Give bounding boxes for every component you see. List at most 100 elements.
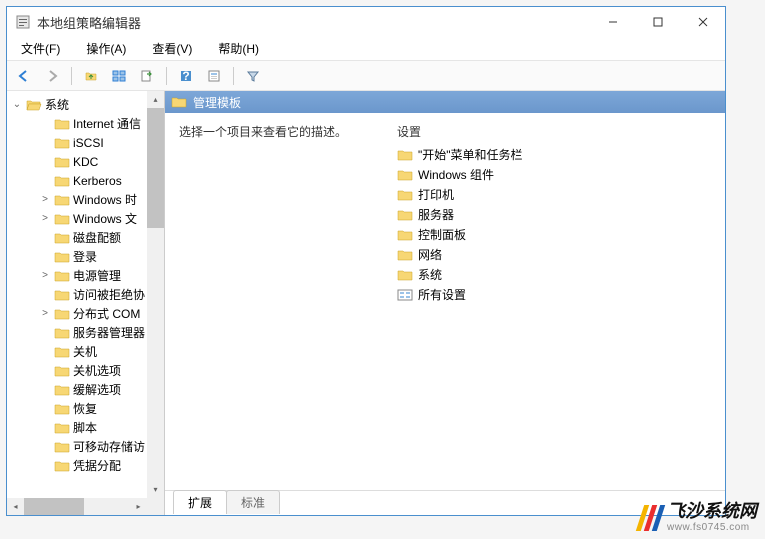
tree-item[interactable]: Kerberos: [7, 171, 164, 190]
tree-item[interactable]: 服务器管理器: [7, 323, 164, 342]
menu-help[interactable]: 帮助(H): [212, 38, 265, 59]
tree-item[interactable]: 脚本: [7, 418, 164, 437]
settings-item[interactable]: 网络: [397, 246, 711, 263]
filter-button[interactable]: [242, 65, 264, 87]
tree-item-label: 关机选项: [73, 362, 121, 379]
tree-scrollbar-vertical[interactable]: ▴ ▾: [147, 91, 164, 498]
scroll-thumb[interactable]: [24, 498, 84, 515]
tree-scrollbar-horizontal[interactable]: ◂ ▸: [7, 498, 147, 515]
folder-icon: [54, 288, 70, 302]
help-button[interactable]: ?: [175, 65, 197, 87]
scroll-track[interactable]: [147, 228, 164, 481]
settings-item-label: 服务器: [418, 206, 454, 223]
tree-root[interactable]: ⌄ 系统: [7, 95, 164, 114]
settings-column-header: 设置: [397, 123, 711, 140]
settings-item[interactable]: 控制面板: [397, 226, 711, 243]
folder-icon: [54, 231, 70, 245]
forward-button[interactable]: [41, 65, 63, 87]
folder-icon: [397, 228, 413, 242]
tree-item-label: 服务器管理器: [73, 324, 145, 341]
tab-extended[interactable]: 扩展: [173, 490, 227, 514]
tab-standard[interactable]: 标准: [226, 490, 280, 514]
tree-item[interactable]: 访问被拒绝协: [7, 285, 164, 304]
back-button[interactable]: [13, 65, 35, 87]
settings-item-label: "开始"菜单和任务栏: [418, 146, 523, 163]
scroll-thumb[interactable]: [147, 108, 164, 228]
tree-item[interactable]: 缓解选项: [7, 380, 164, 399]
folder-icon: [54, 326, 70, 340]
folder-icon: [54, 155, 70, 169]
tree-item[interactable]: 可移动存储访: [7, 437, 164, 456]
tree-item[interactable]: 恢复: [7, 399, 164, 418]
app-icon: [15, 14, 31, 30]
tree-item-label: 缓解选项: [73, 381, 121, 398]
menu-view[interactable]: 查看(V): [146, 38, 198, 59]
tree-item[interactable]: >分布式 COM: [7, 304, 164, 323]
expand-icon[interactable]: >: [39, 270, 51, 281]
tree-item[interactable]: >电源管理: [7, 266, 164, 285]
toolbar-separator: [71, 67, 72, 85]
watermark-title: 飞沙系统网: [667, 502, 757, 522]
menu-file[interactable]: 文件(F): [15, 38, 66, 59]
tree-item[interactable]: 关机选项: [7, 361, 164, 380]
properties-button[interactable]: [203, 65, 225, 87]
scrollbar-corner: [147, 498, 164, 515]
scroll-down-button[interactable]: ▾: [147, 481, 164, 498]
menu-action[interactable]: 操作(A): [80, 38, 132, 59]
folder-icon: [397, 168, 413, 182]
folder-icon: [54, 345, 70, 359]
description-text: 选择一个项目来查看它的描述。: [179, 123, 369, 481]
tree-item[interactable]: > Windows 时: [7, 190, 164, 209]
tree-item[interactable]: 登录: [7, 247, 164, 266]
folder-icon: [397, 208, 413, 222]
expand-icon[interactable]: >: [39, 194, 51, 205]
tree-item-label: 关机: [73, 343, 97, 360]
tree-item-label: iSCSI: [73, 136, 104, 150]
folder-open-icon: [26, 98, 42, 112]
settings-item[interactable]: 所有设置: [397, 286, 711, 303]
folder-icon: [397, 268, 413, 282]
up-button[interactable]: [80, 65, 102, 87]
window-title: 本地组策略编辑器: [37, 13, 590, 32]
settings-item[interactable]: 打印机: [397, 186, 711, 203]
close-button[interactable]: [680, 7, 725, 37]
tree-item[interactable]: iSCSI: [7, 133, 164, 152]
tree-item-label: 凭据分配: [73, 457, 121, 474]
export-button[interactable]: [136, 65, 158, 87]
tree-item[interactable]: 磁盘配额: [7, 228, 164, 247]
minimize-button[interactable]: [590, 7, 635, 37]
settings-item[interactable]: 服务器: [397, 206, 711, 223]
tree-item-label: Windows 时: [73, 191, 137, 208]
folder-icon: [171, 95, 187, 109]
settings-item[interactable]: Windows 组件: [397, 166, 711, 183]
tree-item[interactable]: Internet 通信: [7, 114, 164, 133]
all-settings-icon: [397, 288, 413, 302]
scroll-left-button[interactable]: ◂: [7, 498, 24, 515]
collapse-icon[interactable]: ⌄: [11, 99, 23, 110]
folder-icon: [54, 136, 70, 150]
expand-icon[interactable]: >: [39, 213, 51, 224]
toolbar: ?: [7, 61, 725, 91]
tree-item-label: KDC: [73, 155, 98, 169]
maximize-button[interactable]: [635, 7, 680, 37]
tree-pane: ⌄ 系统 Internet 通信iSCSIKDCKerberos>Windows…: [7, 91, 165, 515]
settings-item[interactable]: 系统: [397, 266, 711, 283]
tree-item[interactable]: 凭据分配: [7, 456, 164, 475]
settings-item[interactable]: "开始"菜单和任务栏: [397, 146, 711, 163]
tree-item-label: 登录: [73, 248, 97, 265]
folder-icon: [54, 250, 70, 264]
folder-icon: [54, 193, 70, 207]
scroll-track[interactable]: [84, 498, 130, 515]
tree-item-label: 磁盘配额: [73, 229, 121, 246]
tree-item[interactable]: KDC: [7, 152, 164, 171]
scroll-up-button[interactable]: ▴: [147, 91, 164, 108]
watermark-url: www.fs0745.com: [667, 522, 757, 533]
expand-icon[interactable]: >: [39, 308, 51, 319]
scroll-right-button[interactable]: ▸: [130, 498, 147, 515]
tree-item[interactable]: >Windows 文: [7, 209, 164, 228]
folder-icon: [54, 364, 70, 378]
toolbar-separator: [166, 67, 167, 85]
view-list-button[interactable]: [108, 65, 130, 87]
tree-item[interactable]: 关机: [7, 342, 164, 361]
menubar: 文件(F) 操作(A) 查看(V) 帮助(H): [7, 37, 725, 61]
